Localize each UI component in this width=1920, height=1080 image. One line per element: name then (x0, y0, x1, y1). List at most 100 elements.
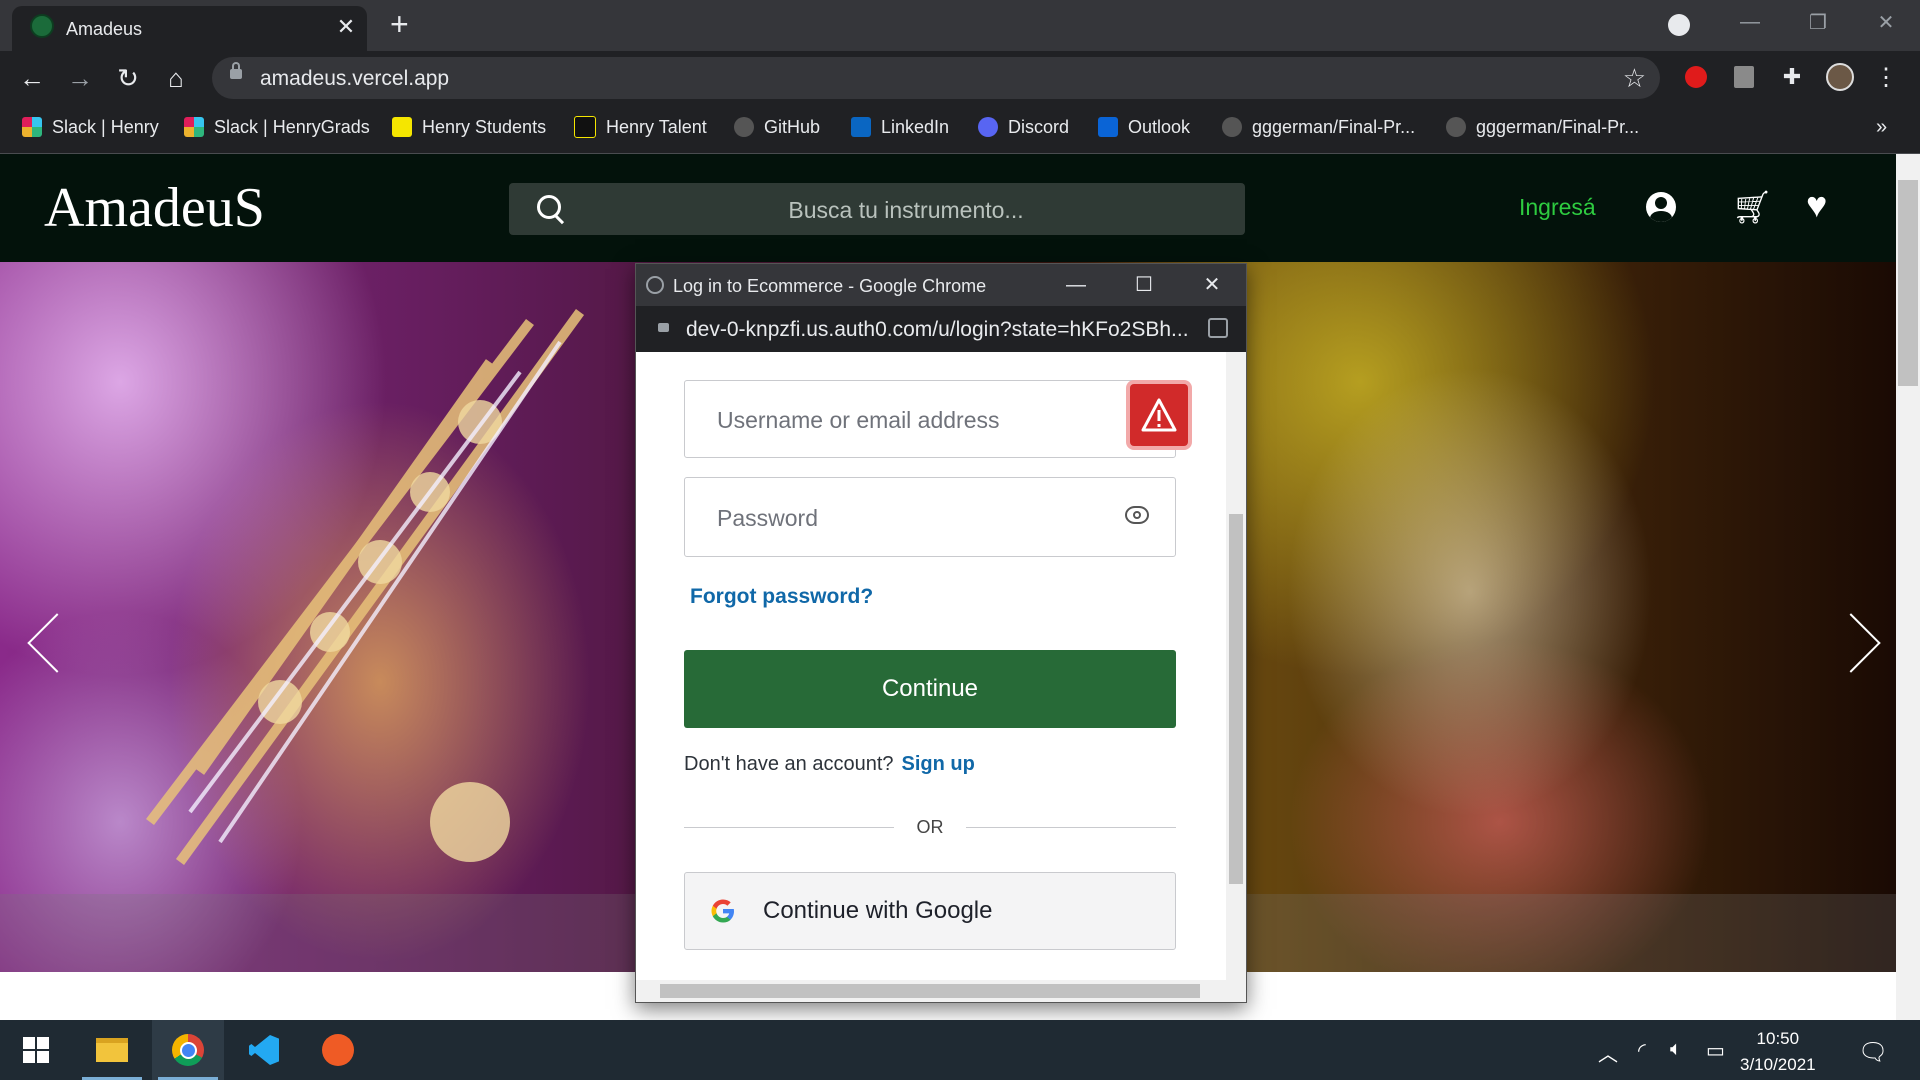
reload-icon[interactable]: ↻ (110, 61, 146, 95)
outlook-icon (1098, 117, 1118, 137)
lock-icon[interactable] (230, 62, 242, 79)
login-link[interactable]: Ingresá (1519, 194, 1596, 221)
chrome-taskbar-icon[interactable] (152, 1020, 224, 1080)
bookmark-label: LinkedIn (881, 116, 950, 137)
wifi-icon[interactable]: ◜ (1638, 1038, 1646, 1063)
windows-start-icon[interactable] (0, 1020, 72, 1080)
bookmark-henry-students[interactable]: Henry Students (392, 105, 546, 149)
bookmark-outlook[interactable]: Outlook (1098, 105, 1190, 149)
continue-with-google-button[interactable]: Continue with Google (684, 872, 1176, 950)
tab-search-icon[interactable] (1668, 14, 1690, 36)
favorites-heart-icon[interactable]: ♥ (1806, 184, 1827, 226)
search-icon[interactable] (537, 195, 561, 219)
postman-icon[interactable] (302, 1020, 374, 1080)
bookmark-slack-henrygrads[interactable]: Slack | HenryGrads (184, 105, 370, 149)
henry-icon (392, 117, 412, 137)
bookmark-star-icon[interactable]: ☆ (1623, 63, 1646, 94)
popup-url-bar: dev-0-knpzfi.us.auth0.com/u/login?state=… (636, 306, 1246, 352)
home-icon[interactable]: ⌂ (158, 61, 194, 95)
windows-taskbar: ︿ ◜ 🔈︎ ▭ 10:50 3/10/2021 🗨︎ (0, 1020, 1920, 1080)
tab-title: Amadeus (66, 19, 143, 39)
bookmark-slack-henry[interactable]: Slack | Henry (22, 105, 159, 149)
extensions-puzzle-icon[interactable]: ✚ (1778, 63, 1806, 91)
system-clock[interactable]: 10:50 3/10/2021 (1740, 1026, 1816, 1078)
notifications-icon[interactable]: 🗨︎ (1858, 1038, 1888, 1067)
search-input[interactable] (589, 183, 1223, 237)
volume-icon[interactable]: 🔈︎ (1670, 1038, 1682, 1061)
popup-close-icon[interactable]: ✕ (1192, 270, 1232, 300)
popup-minimize-icon[interactable]: — (1056, 270, 1096, 300)
github-icon (1222, 117, 1242, 137)
forward-icon[interactable]: → (62, 61, 98, 95)
browser-toolbar: ← → ↻ ⌂ amadeus.vercel.app ☆ ✚ ⋮ (0, 51, 1920, 105)
site-logo[interactable]: AmadeuS (44, 176, 265, 240)
bookmark-final-project-1[interactable]: gggerman/Final-Pr... (1222, 105, 1415, 149)
user-account-icon[interactable] (1646, 192, 1676, 222)
password-field[interactable] (684, 477, 1176, 558)
page-scrollbar-thumb[interactable] (1898, 180, 1918, 386)
search-bar (509, 183, 1245, 237)
battery-icon[interactable]: ▭ (1706, 1038, 1725, 1063)
tray-overflow-icon[interactable]: ︿ (1598, 1038, 1618, 1067)
bookmark-label: Outlook (1128, 116, 1191, 137)
amadeus-favicon-icon (30, 14, 54, 38)
forgot-password-link[interactable]: Forgot password? (690, 585, 873, 609)
signup-prompt: Don't have an account? Sign up (684, 753, 975, 776)
popup-title-bar: Log in to Ecommerce - Google Chrome — ☐ … (636, 264, 1246, 306)
sign-up-link[interactable]: Sign up (902, 753, 975, 775)
pdf-extension-icon[interactable] (1730, 63, 1758, 91)
username-input[interactable] (715, 381, 1099, 459)
bookmark-label: Slack | HenryGrads (214, 116, 370, 137)
back-icon[interactable]: ← (14, 61, 50, 95)
browser-tab-bar: Amadeus ✕ + — ❐ ✕ (0, 0, 1920, 51)
or-divider-text: OR (916, 817, 944, 837)
saxophone-image (146, 309, 585, 865)
popup-horizontal-scroll-thumb[interactable] (660, 984, 1200, 998)
profile-avatar[interactable] (1826, 63, 1854, 91)
continue-button[interactable]: Continue (684, 650, 1176, 728)
divider-right (966, 827, 1176, 828)
slack-icon (22, 117, 42, 137)
bookmark-label: Henry Students (422, 116, 547, 137)
restore-icon[interactable]: ❐ (1784, 0, 1852, 44)
chrome-menu-icon[interactable]: ⋮ (1872, 63, 1900, 91)
lock-icon[interactable] (658, 323, 669, 332)
bookmark-henry-talent[interactable]: Henry Talent (574, 105, 707, 149)
bookmark-label: gggerman/Final-Pr... (1476, 116, 1640, 137)
bookmarks-overflow-button[interactable]: » (1876, 105, 1887, 149)
password-input[interactable] (715, 478, 1099, 558)
minimize-icon[interactable]: — (1716, 0, 1784, 44)
carousel-next-icon[interactable] (1821, 613, 1881, 673)
browser-tab[interactable]: Amadeus ✕ (12, 6, 367, 51)
bookmark-github[interactable]: GitHub (734, 105, 820, 149)
bookmark-discord[interactable]: Discord (978, 105, 1069, 149)
popup-url-text: dev-0-knpzfi.us.auth0.com/u/login?state=… (686, 318, 1189, 341)
close-window-icon[interactable]: ✕ (1852, 0, 1920, 44)
popup-vertical-scroll-thumb[interactable] (1229, 514, 1243, 884)
bookmark-label: Slack | Henry (52, 116, 159, 137)
tab-close-icon[interactable]: ✕ (332, 14, 360, 40)
globe-icon (646, 276, 664, 294)
adblock-extension-icon[interactable] (1682, 63, 1710, 91)
new-tab-button[interactable]: + (390, 8, 409, 40)
shopping-cart-icon[interactable]: 🛒︎ (1732, 188, 1773, 226)
bookmark-final-project-2[interactable]: gggerman/Final-Pr... (1446, 105, 1639, 149)
warning-icon (1130, 384, 1188, 446)
site-header: AmadeuS Ingresá 🛒︎ ♥ (0, 154, 1896, 262)
username-field[interactable] (684, 380, 1176, 459)
file-explorer-icon[interactable] (76, 1020, 148, 1080)
show-password-eye-icon[interactable] (1125, 506, 1149, 524)
translate-icon[interactable] (1208, 318, 1228, 338)
address-bar[interactable]: amadeus.vercel.app ☆ (212, 57, 1660, 99)
clock-time: 10:50 (1756, 1029, 1800, 1048)
vscode-icon[interactable] (228, 1020, 300, 1080)
bookmark-label: gggerman/Final-Pr... (1252, 116, 1416, 137)
window-controls: — ❐ ✕ (1716, 0, 1920, 51)
google-icon (711, 899, 734, 923)
bookmarks-bar: Slack | Henry Slack | HenryGrads Henry S… (0, 105, 1920, 154)
henry-talent-icon (574, 116, 596, 138)
github-icon (734, 117, 754, 137)
url-text[interactable]: amadeus.vercel.app (260, 67, 449, 91)
bookmark-linkedin[interactable]: LinkedIn (851, 105, 949, 149)
popup-maximize-icon[interactable]: ☐ (1124, 270, 1164, 300)
